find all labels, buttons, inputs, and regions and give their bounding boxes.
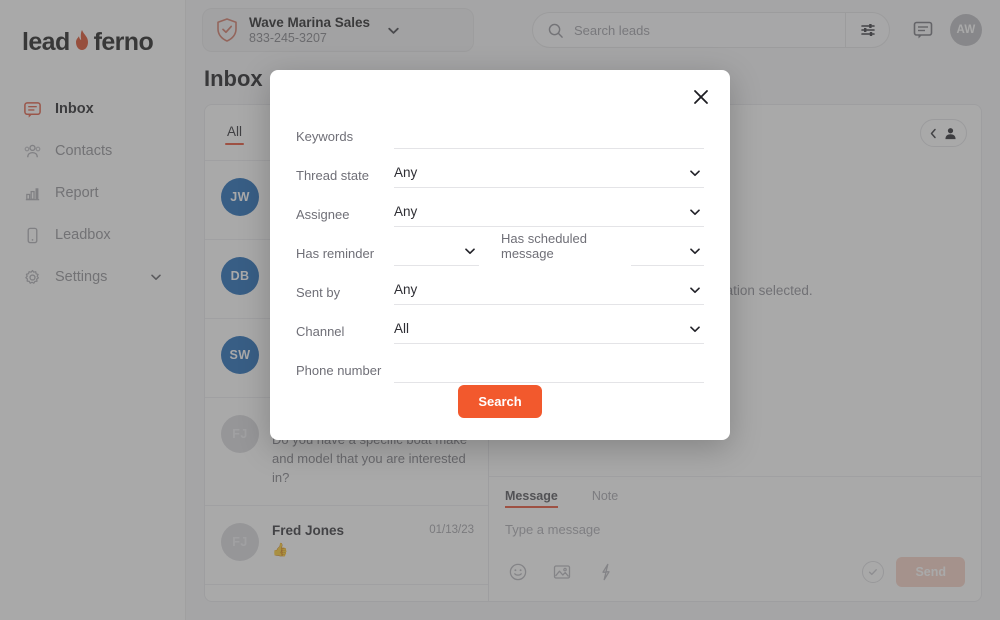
thread-state-select[interactable]: Any bbox=[394, 161, 704, 188]
field-reminder-row: Has reminder Has scheduled message bbox=[296, 227, 704, 266]
search-submit-button[interactable]: Search bbox=[458, 385, 542, 418]
field-label: Has reminder bbox=[296, 246, 375, 261]
field-label: Has scheduled message bbox=[501, 231, 587, 261]
field-phone-number: Phone number bbox=[296, 344, 704, 383]
chevron-down-icon[interactable] bbox=[688, 205, 704, 219]
has-scheduled-message-select[interactable] bbox=[631, 239, 704, 266]
channel-select[interactable]: All bbox=[394, 317, 704, 344]
chevron-down-icon[interactable] bbox=[463, 244, 479, 258]
modal-footer: Search bbox=[296, 385, 704, 440]
field-label: Keywords bbox=[296, 129, 354, 144]
keywords-input[interactable] bbox=[394, 122, 704, 149]
search-filter-form: Keywords Thread state Any Assignee Any H… bbox=[296, 110, 704, 383]
field-channel: Channel All bbox=[296, 305, 704, 344]
chevron-down-icon[interactable] bbox=[688, 322, 704, 336]
field-keywords: Keywords bbox=[296, 110, 704, 149]
field-thread-state: Thread state Any bbox=[296, 149, 704, 188]
field-sent-by: Sent by Any bbox=[296, 266, 704, 305]
phone-number-input[interactable] bbox=[394, 356, 704, 383]
field-value: Any bbox=[394, 165, 418, 180]
sent-by-select[interactable]: Any bbox=[394, 278, 704, 305]
field-value: Any bbox=[394, 204, 418, 219]
app-root: lead ferno bbox=[0, 0, 1000, 620]
field-label: Sent by bbox=[296, 285, 341, 300]
chevron-down-icon[interactable] bbox=[688, 283, 704, 297]
has-reminder-select[interactable] bbox=[394, 239, 479, 266]
field-value: Any bbox=[394, 282, 418, 297]
field-label: Channel bbox=[296, 324, 345, 339]
chevron-down-icon[interactable] bbox=[688, 166, 704, 180]
close-icon[interactable] bbox=[687, 83, 715, 111]
field-assignee: Assignee Any bbox=[296, 188, 704, 227]
chevron-down-icon[interactable] bbox=[688, 244, 704, 258]
assignee-select[interactable]: Any bbox=[394, 200, 704, 227]
field-value: All bbox=[394, 321, 410, 336]
field-label: Assignee bbox=[296, 207, 350, 222]
advanced-search-modal: Keywords Thread state Any Assignee Any H… bbox=[270, 70, 730, 440]
field-label: Phone number bbox=[296, 363, 382, 378]
field-label: Thread state bbox=[296, 168, 369, 183]
